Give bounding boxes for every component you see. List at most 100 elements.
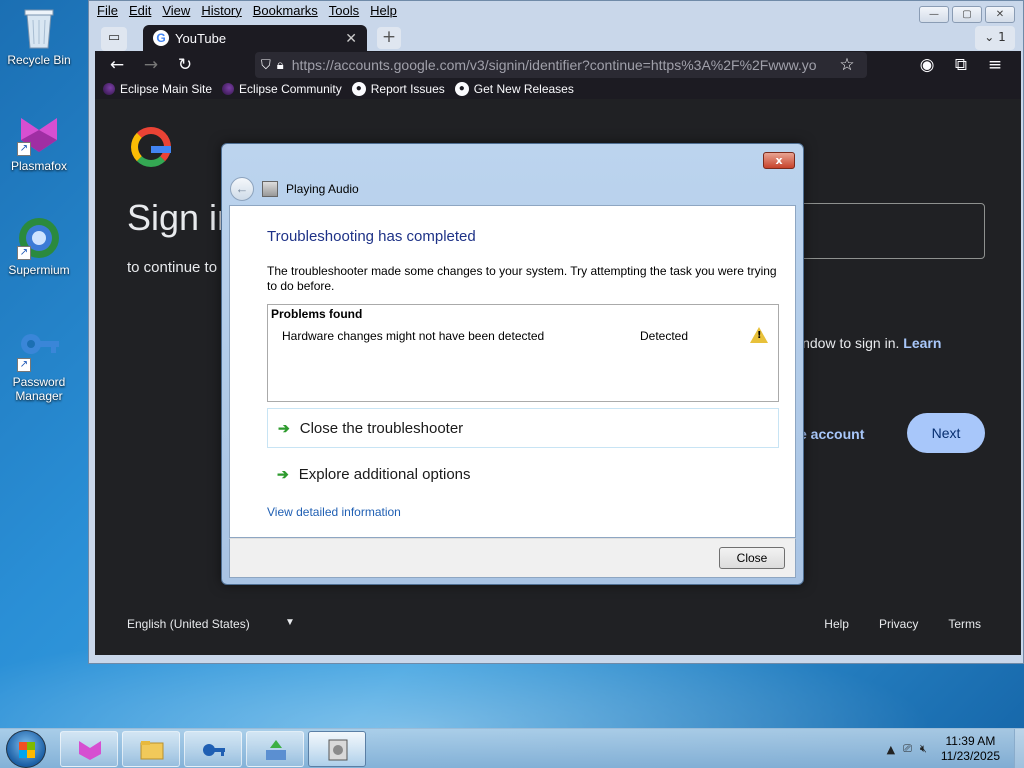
extensions-icon[interactable]: ⧉ <box>949 54 973 76</box>
dialog-description: The troubleshooter made some changes to … <box>267 264 777 293</box>
download-icon <box>266 740 286 760</box>
create-account-link[interactable]: e account <box>799 426 864 442</box>
tab-overview-button[interactable]: ▭ <box>101 27 127 51</box>
menu-file[interactable]: File <box>97 3 118 23</box>
footer-privacy-link[interactable]: Privacy <box>879 617 918 631</box>
bookmark-eclipse-main-site[interactable]: Eclipse Main Site <box>103 82 212 96</box>
menu-view[interactable]: View <box>162 3 190 23</box>
footer-terms-link[interactable]: Terms <box>948 617 981 631</box>
sign-in-subheading: to continue to <box>127 259 218 276</box>
taskbar-plasmafox[interactable] <box>60 731 118 767</box>
desktop-icon-label: Supermium <box>8 263 70 277</box>
account-icon[interactable]: ◉ <box>915 54 939 76</box>
shortcut-arrow-icon: ↗ <box>17 142 31 156</box>
shortcut-arrow-icon: ↗ <box>17 358 31 372</box>
footer-help-link[interactable]: Help <box>824 617 849 631</box>
learn-more-link[interactable]: Learn <box>903 335 941 351</box>
desktop-icon-password-manager[interactable]: ↗ Password Manager <box>0 328 78 403</box>
close-button[interactable]: Close <box>719 547 785 569</box>
menu-edit[interactable]: Edit <box>129 3 151 23</box>
menu-bar: File Edit View History Bookmarks Tools H… <box>97 3 397 23</box>
plasmafox-icon <box>79 741 101 760</box>
desktop-icon-supermium[interactable]: ↗ Supermium <box>0 216 78 277</box>
bookmark-eclipse-community[interactable]: Eclipse Community <box>222 82 342 96</box>
bookmark-star-icon[interactable]: ☆ <box>835 54 859 76</box>
supermium-icon: ↗ <box>17 216 61 260</box>
dialog-header: ← Playing Audio <box>230 175 795 203</box>
nav-toolbar: ← → ↻ ⛉ 🔒︎ https://accounts.google.com/v… <box>95 51 1021 79</box>
email-field[interactable] <box>785 203 985 259</box>
taskbar: ▲ ⎚ 🔇︎ 11:39 AM 11/23/2025 <box>0 728 1024 768</box>
menu-history[interactable]: History <box>201 3 241 23</box>
eclipse-icon <box>103 83 115 95</box>
lock-icon[interactable]: 🔒︎ <box>277 57 284 73</box>
desktop-icon-recycle-bin[interactable]: Recycle Bin <box>0 6 78 67</box>
taskbar-explorer[interactable] <box>122 731 180 767</box>
next-button[interactable]: Next <box>907 413 985 453</box>
dialog-title: Troubleshooting has completed <box>267 228 476 245</box>
desktop-icon-plasmafox[interactable]: ↗ Plasmafox <box>0 112 78 173</box>
bookmarks-toolbar: Eclipse Main Site Eclipse Community ● Rep… <box>95 79 1021 99</box>
bookmark-get-new-releases[interactable]: ● Get New Releases <box>454 82 574 96</box>
minimize-button[interactable]: — <box>919 6 949 23</box>
desktop-icon-label: Password Manager <box>12 375 66 403</box>
menu-tools[interactable]: Tools <box>329 3 359 23</box>
troubleshooter-icon <box>262 181 278 197</box>
problem-description: Hardware changes might not have been det… <box>282 329 545 343</box>
shield-icon[interactable]: ⛉ <box>261 57 271 73</box>
eclipse-icon <box>222 83 235 95</box>
new-tab-button[interactable]: + <box>377 27 401 49</box>
plasmafox-icon: ↗ <box>17 112 61 156</box>
menu-bookmarks[interactable]: Bookmarks <box>253 3 318 23</box>
hamburger-menu-icon[interactable]: ≡ <box>983 54 1007 76</box>
troubleshooter-icon <box>328 739 348 761</box>
view-detailed-info-link[interactable]: View detailed information <box>267 505 401 519</box>
dropdown-caret-icon[interactable]: ▼ <box>285 617 295 628</box>
dialog-body: Troubleshooting has completed The troubl… <box>229 205 796 538</box>
tab-count: 1 <box>998 30 1006 44</box>
clock[interactable]: 11:39 AM 11/23/2025 <box>941 734 1000 764</box>
bookmark-report-issues[interactable]: ● Report Issues <box>351 82 445 96</box>
reload-icon[interactable]: ↻ <box>173 54 197 76</box>
dialog-close-button[interactable]: x <box>763 152 795 169</box>
key-icon: ↗ <box>17 328 61 372</box>
volume-muted-icon[interactable]: 🔇︎ <box>920 742 927 756</box>
taskbar-download-app[interactable] <box>246 731 304 767</box>
dialog-button-bar: Close <box>229 538 796 578</box>
github-icon: ● <box>351 82 366 96</box>
close-tab-icon[interactable]: ✕ <box>345 30 357 47</box>
tab-list-button[interactable]: ⌄ 1 <box>975 26 1015 50</box>
back-icon[interactable]: ← <box>105 54 129 76</box>
maximize-button[interactable]: ▢ <box>952 6 982 23</box>
tab-title: YouTube <box>175 30 227 46</box>
github-icon: ● <box>454 82 469 96</box>
language-select[interactable]: English (United States) <box>127 617 250 631</box>
show-desktop-button[interactable] <box>1014 729 1024 768</box>
forward-icon[interactable]: → <box>139 54 163 76</box>
url-bar[interactable]: ⛉ 🔒︎ https://accounts.google.com/v3/sign… <box>255 52 867 78</box>
explore-options-option[interactable]: ➔ Explore additional options <box>267 454 779 494</box>
green-arrow-icon: ➔ <box>277 465 289 482</box>
back-arrow-icon[interactable]: ← <box>230 177 254 201</box>
clock-date: 11/23/2025 <box>940 749 1000 763</box>
system-tray: ▲ ⎚ 🔇︎ 11:39 AM 11/23/2025 <box>887 729 1024 768</box>
folder-icon <box>140 741 164 760</box>
problem-row[interactable]: Hardware changes might not have been det… <box>282 329 768 343</box>
google-logo-icon <box>131 127 171 167</box>
show-hidden-icons-icon[interactable]: ▲ <box>887 743 895 756</box>
network-icon[interactable]: ⎚ <box>903 742 912 756</box>
taskbar-password-manager[interactable] <box>184 731 242 767</box>
start-button[interactable] <box>6 730 46 768</box>
desktop-icon-label: Recycle Bin <box>7 53 71 67</box>
problems-list: Problems found Hardware changes might no… <box>267 304 779 402</box>
close-troubleshooter-option[interactable]: ➔ Close the troubleshooter <box>267 408 779 448</box>
taskbar-troubleshooter[interactable] <box>308 731 366 767</box>
tab-youtube[interactable]: G YouTube ✕ <box>143 25 367 51</box>
recycle-bin-icon <box>17 6 61 50</box>
close-window-button[interactable]: ✕ <box>985 6 1015 23</box>
problems-header: Problems found <box>271 307 363 321</box>
clock-time: 11:39 AM <box>945 734 996 748</box>
google-favicon-icon: G <box>153 30 169 46</box>
sign-in-help-text: indow to sign in. Learn <box>799 335 942 351</box>
menu-help[interactable]: Help <box>370 3 397 23</box>
